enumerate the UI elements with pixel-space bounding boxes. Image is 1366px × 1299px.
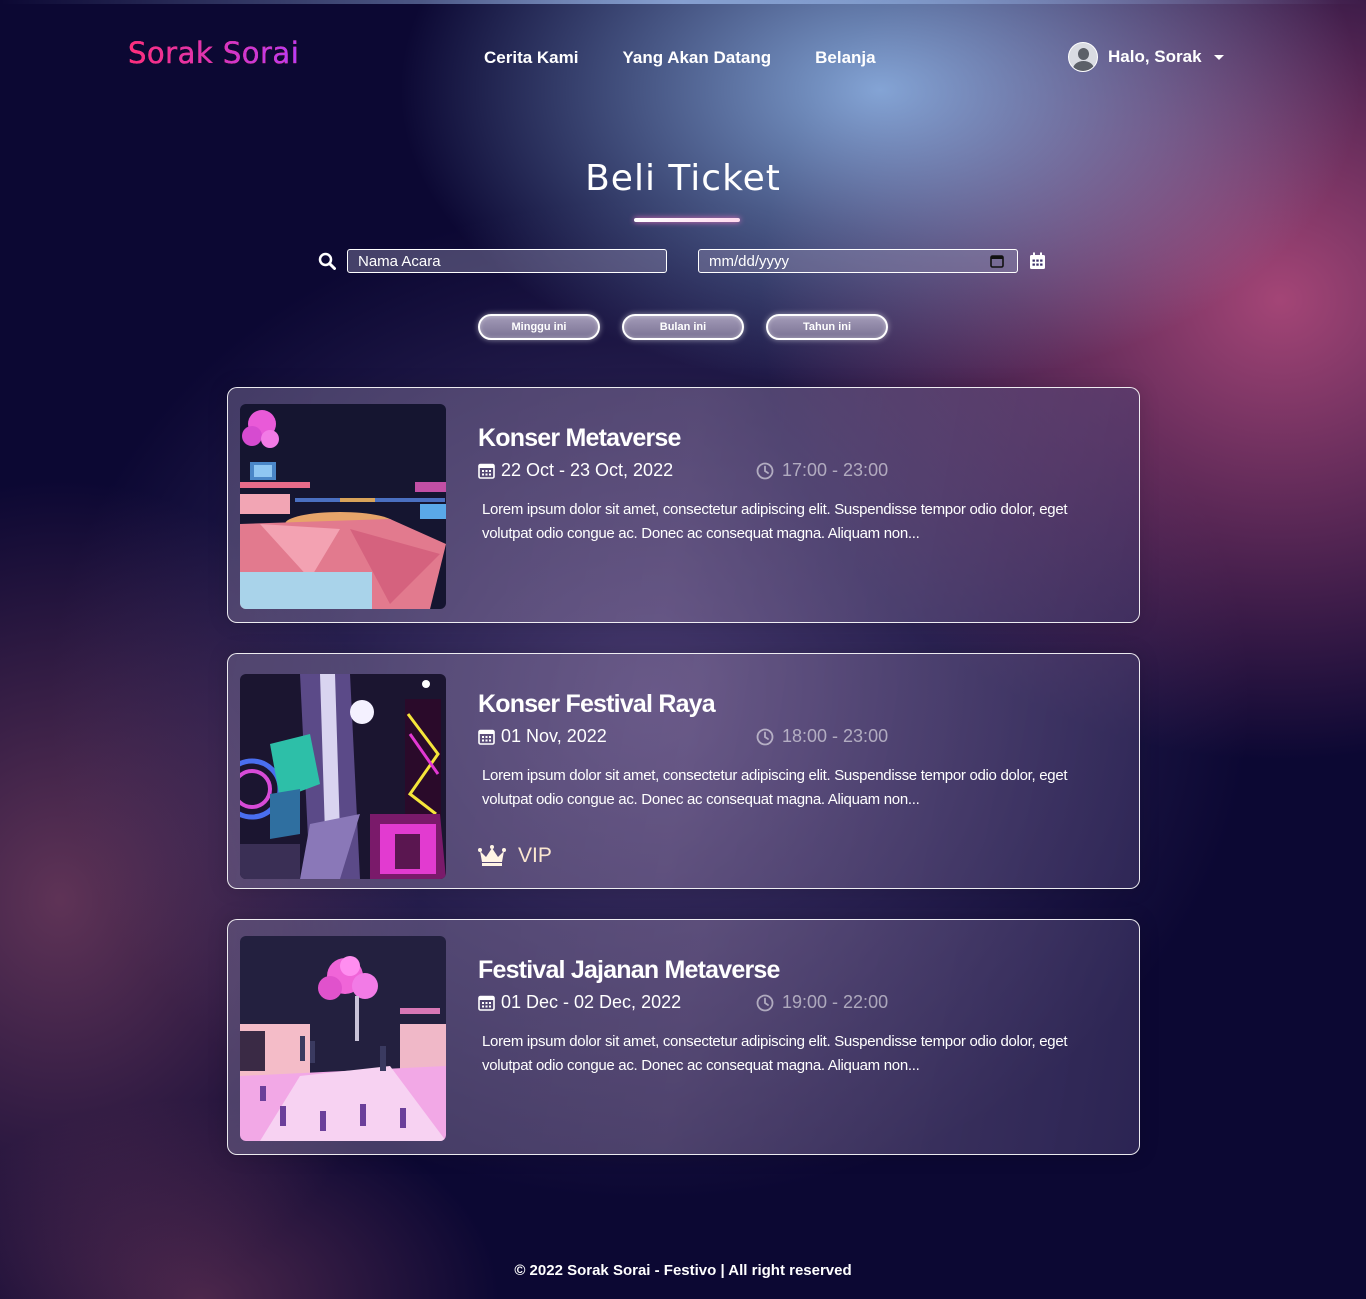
event-name-search-input[interactable]: [347, 249, 667, 273]
event-description: Lorem ipsum dolor sit amet, consectetur …: [482, 1033, 1068, 1074]
event-time: 19:00 - 22:00: [756, 992, 888, 1013]
main-nav: Cerita Kami Yang Akan Datang Belanja: [484, 48, 876, 68]
event-time-text: 18:00 - 23:00: [782, 726, 889, 746]
event-time-text: 19:00 - 22:00: [782, 992, 889, 1012]
nav-item-belanja[interactable]: Belanja: [815, 48, 875, 68]
event-title[interactable]: Konser Metaverse: [478, 424, 681, 453]
event-time-text: 17:00 - 23:00: [782, 460, 889, 480]
title-underline: [634, 218, 740, 222]
calendar-icon[interactable]: [1029, 252, 1046, 270]
event-thumbnail: [240, 674, 446, 879]
event-card[interactable]: Konser Festival Raya 01 Nov, 2022 18:00 …: [227, 653, 1140, 889]
top-accent-line: [0, 0, 1366, 4]
footer-copyright: © 2022 Sorak Sorai - Festivo | All right…: [514, 1262, 852, 1279]
clock-icon: [756, 994, 774, 1011]
event-thumbnail: [240, 936, 446, 1141]
calendar-icon: [478, 729, 495, 745]
filter-this-month-button[interactable]: Bulan ini: [622, 314, 744, 340]
filter-this-week-button[interactable]: Minggu ini: [478, 314, 600, 340]
calendar-icon: [478, 995, 495, 1011]
nav-item-yang-akan-datang[interactable]: Yang Akan Datang: [622, 48, 771, 68]
vip-label: VIP: [518, 844, 552, 867]
event-description: Lorem ipsum dolor sit amet, consectetur …: [482, 501, 1068, 542]
time-filter-group: Minggu ini Bulan ini Tahun ini: [478, 314, 888, 340]
user-greeting: Halo, Sorak: [1108, 47, 1202, 66]
event-title[interactable]: Konser Festival Raya: [478, 690, 716, 719]
user-menu[interactable]: Halo, Sorak: [1068, 42, 1224, 72]
date-input[interactable]: [698, 249, 1018, 273]
event-card[interactable]: Konser Metaverse 22 Oct - 23 Oct, 2022 1…: [227, 387, 1140, 623]
clock-icon: [756, 462, 774, 479]
event-date-text: 01 Dec - 02 Dec, 2022: [501, 992, 682, 1012]
avatar: [1068, 42, 1098, 72]
search-icon: [318, 252, 336, 270]
date-picker-icon[interactable]: [990, 254, 1004, 268]
event-thumbnail: [240, 404, 446, 609]
filter-this-year-button[interactable]: Tahun ini: [766, 314, 888, 340]
nav-item-cerita-kami[interactable]: Cerita Kami: [484, 48, 578, 68]
event-title[interactable]: Festival Jajanan Metaverse: [478, 956, 780, 985]
event-time: 17:00 - 23:00: [756, 460, 888, 481]
event-time: 18:00 - 23:00: [756, 726, 888, 747]
page-title: Beli Ticket: [585, 158, 781, 199]
chevron-down-icon: [1213, 54, 1224, 60]
brand-logo[interactable]: Sorak Sorai: [128, 36, 299, 70]
crown-icon: [478, 845, 506, 866]
event-date: 22 Oct - 23 Oct, 2022: [478, 460, 673, 481]
event-date-text: 22 Oct - 23 Oct, 2022: [501, 460, 674, 480]
event-description: Lorem ipsum dolor sit amet, consectetur …: [482, 767, 1068, 808]
event-card[interactable]: Festival Jajanan Metaverse 01 Dec - 02 D…: [227, 919, 1140, 1155]
clock-icon: [756, 728, 774, 745]
calendar-icon: [478, 463, 495, 479]
event-date: 01 Dec - 02 Dec, 2022: [478, 992, 681, 1013]
event-date-text: 01 Nov, 2022: [501, 726, 607, 746]
event-date: 01 Nov, 2022: [478, 726, 607, 747]
vip-badge: VIP: [478, 844, 552, 868]
